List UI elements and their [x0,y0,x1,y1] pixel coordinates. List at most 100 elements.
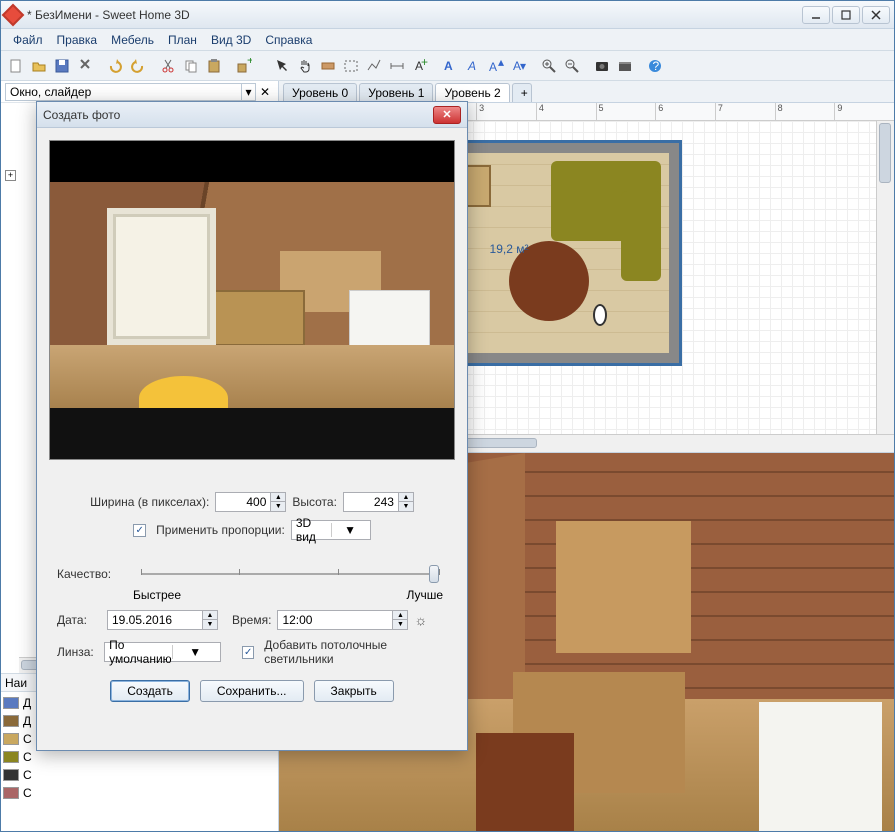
lens-select[interactable]: По умолчанию▼ [104,642,220,662]
new-icon[interactable] [5,55,27,77]
list-item[interactable]: С [3,766,276,784]
open-icon[interactable] [28,55,50,77]
quality-fast-label: Быстрее [133,588,181,602]
spin-up-icon[interactable]: ▲ [271,493,285,502]
toolbar: + A+ A A A▴ A▾ ? [1,51,894,81]
svg-text:+: + [247,58,252,67]
svg-text:▴: ▴ [498,58,504,69]
spin-up-icon[interactable]: ▲ [399,493,413,502]
spin-down-icon[interactable]: ▼ [203,620,217,629]
ceiling-lights-label: Добавить потолочные светильники [264,638,447,666]
preview-table [204,290,305,346]
tab-add-level[interactable]: + [512,83,532,102]
save-button[interactable]: Сохранить... [200,680,304,702]
wall-tool-icon[interactable] [317,55,339,77]
tab-level-1[interactable]: Уровень 1 [359,83,433,102]
spin-down-icon[interactable]: ▼ [399,502,413,511]
maximize-button[interactable] [832,6,860,24]
copy-icon[interactable] [180,55,202,77]
spin-up-icon[interactable]: ▲ [393,611,407,620]
video-icon[interactable] [614,55,636,77]
dimension-tool-icon[interactable] [386,55,408,77]
slider-knob[interactable] [429,565,439,583]
zoom-in-icon[interactable] [538,55,560,77]
catalog-search-input[interactable] [5,83,242,101]
date-spinner[interactable]: ▲▼ [107,610,218,630]
close-button[interactable] [862,6,890,24]
chevron-down-icon: ▼ [172,645,218,659]
cut-icon[interactable] [157,55,179,77]
add-furniture-icon[interactable]: + [233,55,255,77]
spin-up-icon[interactable]: ▲ [203,611,217,620]
paste-icon[interactable] [203,55,225,77]
svg-text:▾: ▾ [520,59,526,73]
width-label: Ширина (в пикселах): [90,495,209,509]
text-tool-icon[interactable]: A+ [409,55,431,77]
width-input[interactable] [215,492,271,512]
menu-help[interactable]: Справка [259,31,318,49]
height-spinner[interactable]: ▲▼ [343,492,414,512]
close-dialog-button[interactable]: Закрыть [314,680,394,702]
catalog-dropdown-icon[interactable]: ▾ [242,83,256,101]
catalog-search-row: ▾ ✕ [1,81,278,103]
svg-text:A: A [444,59,453,73]
svg-text:+: + [421,58,428,69]
tab-level-0[interactable]: Уровень 0 [283,83,357,102]
menu-edit[interactable]: Правка [51,31,104,49]
plan-vscroll[interactable] [876,121,894,434]
spin-down-icon[interactable]: ▼ [393,620,407,629]
height-label: Высота: [292,495,337,509]
sun-icon[interactable] [414,612,430,628]
polyline-tool-icon[interactable] [363,55,385,77]
tab-level-2[interactable]: Уровень 2 [435,83,509,102]
pan-tool-icon[interactable] [294,55,316,77]
zoom-out-icon[interactable] [561,55,583,77]
dialog-close-button[interactable]: ✕ [433,106,461,124]
date-input[interactable] [107,610,203,630]
save-icon[interactable] [51,55,73,77]
text-italic-icon[interactable]: A [462,55,484,77]
app-icon [5,7,21,23]
undo-icon[interactable] [104,55,126,77]
select-tool-icon[interactable] [271,55,293,77]
menu-plan[interactable]: План [162,31,203,49]
tree-expand-icon[interactable]: + [5,170,16,181]
catalog-clear-icon[interactable]: ✕ [256,81,274,103]
preview-black-bottom [50,408,454,459]
help-icon[interactable]: ? [644,55,666,77]
width-spinner[interactable]: ▲▼ [215,492,286,512]
time-spinner[interactable]: ▲▼ [277,610,408,630]
create-button[interactable]: Создать [110,680,190,702]
quality-slider[interactable] [141,564,439,584]
dialog-body: Ширина (в пикселах): ▲▼ Высота: ▲▼ Приме… [37,128,467,750]
preferences-icon[interactable] [74,55,96,77]
room-tool-icon[interactable] [340,55,362,77]
proportions-select[interactable]: 3D вид▼ [291,520,371,540]
text-increase-icon[interactable]: A▴ [485,55,507,77]
svg-text:?: ? [653,59,660,73]
list-item[interactable]: С [3,784,276,802]
chair-white-3d [759,702,882,831]
photo-preview [49,140,455,460]
height-input[interactable] [343,492,399,512]
text-bold-icon[interactable]: A [439,55,461,77]
date-label: Дата: [57,613,101,627]
menu-file[interactable]: Файл [7,31,49,49]
ceiling-lights-checkbox[interactable] [242,646,254,659]
menu-furniture[interactable]: Мебель [105,31,160,49]
svg-text:A: A [489,60,497,74]
time-input[interactable] [277,610,393,630]
spin-down-icon[interactable]: ▼ [271,502,285,511]
minimize-button[interactable] [802,6,830,24]
dialog-titlebar[interactable]: Создать фото ✕ [37,102,467,128]
photo-icon[interactable] [591,55,613,77]
svg-text:A: A [467,59,476,73]
plan-sofa[interactable] [551,161,661,241]
redo-icon[interactable] [127,55,149,77]
text-decrease-icon[interactable]: A▾ [508,55,530,77]
menubar: Файл Правка Мебель План Вид 3D Справка [1,29,894,51]
plan-camera-icon[interactable] [591,304,609,328]
chair-wood-3d [476,733,574,831]
menu-view3d[interactable]: Вид 3D [205,31,257,49]
proportions-checkbox[interactable] [133,524,146,537]
